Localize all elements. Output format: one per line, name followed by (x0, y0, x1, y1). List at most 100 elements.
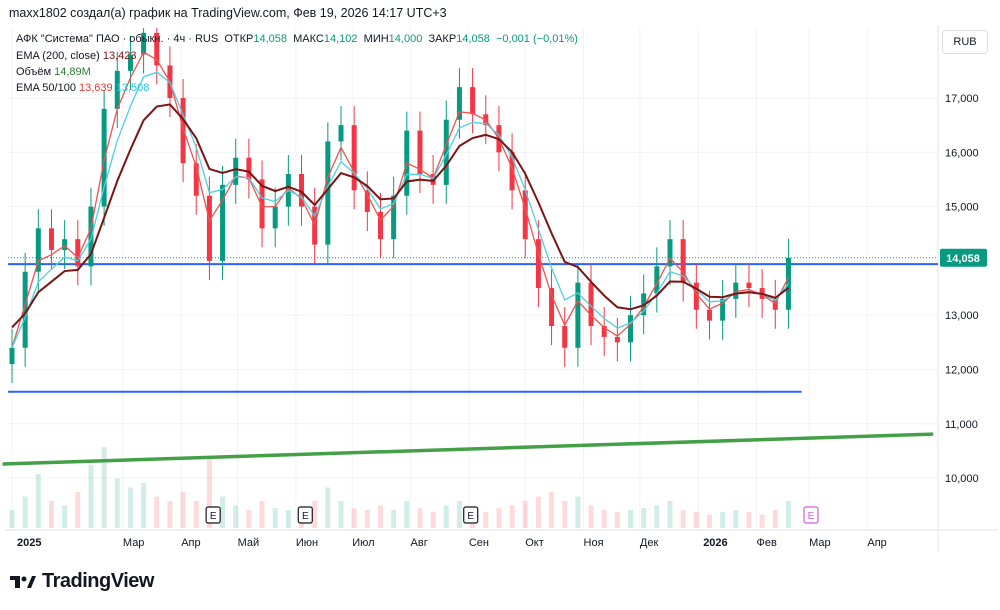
low-value: 14,000 (388, 33, 423, 45)
low-label: МИН (363, 33, 389, 45)
candle-body (206, 195, 212, 261)
volume-bar (338, 501, 344, 528)
change-value: −0,001 (−0,01%) (495, 33, 578, 45)
candle-body (746, 282, 752, 289)
volume-bar (509, 505, 515, 528)
ema200-value: 13,423 (102, 50, 137, 62)
legend-symbol-row: АФК "Система" ПАО · обыкн. · 4ч · RUS ОТ… (16, 33, 578, 45)
volume-bar (9, 510, 15, 528)
earnings-marker-label: E (808, 511, 815, 522)
volume-bar (628, 510, 634, 528)
price-tick-label: 12,000 (945, 365, 979, 377)
volume-bar (391, 510, 397, 528)
volume-bar (88, 465, 94, 528)
price-chart[interactable]: E E E E 17,000 16,000 15,000 14,000 13,000 12,000… (0, 0, 1000, 560)
candle-body (48, 228, 54, 251)
legend-ema50-100[interactable]: EMA 50/100 13,639 13,508 (16, 82, 149, 94)
volume-bar (259, 501, 265, 528)
volume-bar (180, 492, 186, 528)
volume-bar (312, 501, 318, 528)
volume-bar (483, 511, 489, 528)
volume-bar (127, 487, 133, 528)
volume-bar (193, 501, 199, 528)
price-tick-label: 13,000 (945, 310, 979, 322)
candle-body (562, 326, 568, 348)
candle-body (246, 157, 252, 180)
volume-bar (601, 510, 607, 528)
time-tick-label: Дек (640, 537, 659, 549)
time-tick-label: Апр (867, 537, 886, 549)
candle-body (325, 141, 331, 245)
volume-bar (549, 492, 555, 528)
volume-bar (680, 510, 686, 528)
candle-body (706, 309, 712, 321)
volume-bar (430, 511, 436, 528)
volume-bar (588, 505, 594, 528)
volume-bar (443, 505, 449, 528)
time-tick-label: 2026 (703, 537, 727, 549)
volume-bar (575, 496, 581, 528)
open-label: ОТКР (224, 33, 254, 45)
currency-button[interactable]: RUB (942, 30, 988, 54)
open-value: 14,058 (253, 33, 288, 45)
price-tick-label: 10,000 (945, 473, 979, 485)
chart-area[interactable]: E E E E 17,000 16,000 15,000 14,000 13,000 12,000… (0, 0, 1000, 560)
volume-bar (733, 510, 739, 528)
volume-value: 14,89M (54, 66, 91, 78)
volume-bar (272, 508, 278, 528)
logo-text: TradingView (42, 570, 154, 592)
time-tick-label: Ноя (584, 537, 604, 549)
legend-ema200[interactable]: EMA (200, close) 13,423 (16, 50, 136, 62)
volume-bar (351, 508, 357, 528)
time-tick-label: Сен (469, 537, 489, 549)
tradingview-logo[interactable]: TradingView (10, 570, 154, 593)
candle-body (180, 98, 186, 164)
time-tick-label: 2025 (17, 537, 41, 549)
candle-body (62, 239, 68, 251)
volume-bar (667, 501, 673, 528)
volume-bar (693, 511, 699, 528)
candle-body (272, 206, 278, 229)
candle-body (614, 336, 620, 343)
legend-volume[interactable]: Объём 14,89M (16, 66, 91, 78)
time-tick-label: Июн (296, 537, 318, 549)
volume-bar (62, 505, 68, 528)
time-tick-label: Фев (756, 537, 776, 549)
symbol-name[interactable]: АФК "Система" ПАО · обыкн. · 4ч · RUS (16, 33, 218, 45)
ema200-label: EMA (200, close) (16, 50, 100, 62)
volume-bar (114, 478, 120, 528)
volume-bar (35, 474, 41, 528)
candle-body (9, 347, 15, 365)
candle-body (338, 125, 344, 142)
high-label: МАКС (293, 33, 324, 45)
ema50-value: 13,639 (79, 82, 113, 94)
price-tick-label: 16,000 (945, 147, 979, 159)
time-tick-label: Мар (809, 537, 831, 549)
close-label: ЗАКР (428, 33, 457, 45)
volume-bar (154, 496, 160, 528)
volume-bar (535, 496, 541, 528)
high-value: 14,102 (323, 33, 358, 45)
volume-bar (759, 514, 765, 528)
ema200-line (11, 103, 790, 329)
ema50-100-label: EMA 50/100 (16, 82, 76, 94)
volume-bar (22, 496, 28, 528)
volume-bar (246, 510, 252, 528)
price-tick-label: 17,000 (945, 93, 979, 105)
volume-bar (772, 510, 778, 528)
volume-bar (220, 496, 226, 528)
candle-body (470, 87, 476, 115)
ema50-line (11, 51, 790, 348)
candle-body (233, 157, 239, 185)
earnings-marker-label: E (302, 511, 309, 522)
time-tick-label: Мар (123, 537, 145, 549)
time-tick-label: Авг (411, 537, 428, 549)
volume-bar (641, 508, 647, 528)
volume-bar (417, 508, 423, 528)
volume-bar (522, 501, 528, 528)
volume-bar (746, 511, 752, 528)
volume-bar (285, 510, 291, 528)
volume-bar (141, 483, 147, 528)
price-tick-label: 15,000 (945, 202, 979, 214)
volume-bar (456, 501, 462, 528)
